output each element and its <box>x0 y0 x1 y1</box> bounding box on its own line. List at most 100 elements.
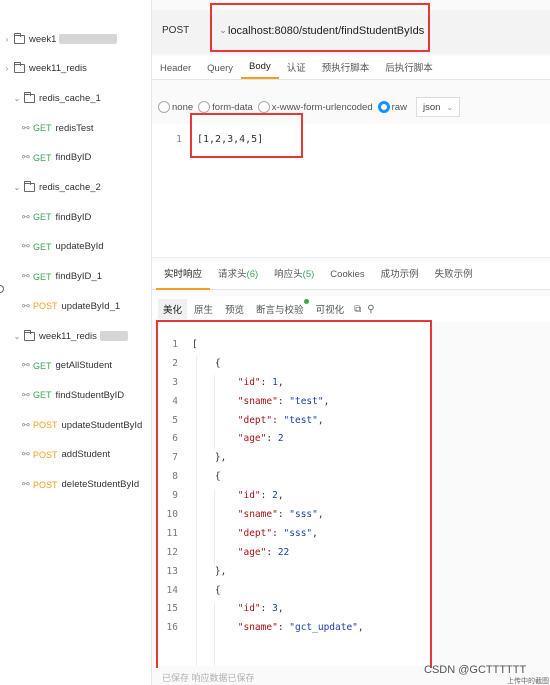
sidebar-request-item[interactable]: ⚯ GET findByID_1 <box>22 268 102 286</box>
tab-request-headers-count: (6) <box>246 268 259 280</box>
tab-query[interactable]: Query <box>199 63 241 79</box>
response-highlight-box <box>156 320 432 676</box>
sidebar-request-label: updateById <box>55 241 104 253</box>
radio-raw-label: raw <box>391 101 407 113</box>
sidebar-request-label: addStudent <box>61 449 111 461</box>
copy-icon[interactable]: ⧉ <box>354 304 361 315</box>
tool-raw[interactable]: 原生 <box>189 299 218 319</box>
radio-urlencoded[interactable]: x-www-form-urlencoded <box>257 101 373 113</box>
tab-post-script[interactable]: 后执行脚本 <box>377 60 441 79</box>
sidebar-request-label: findStudentByID <box>55 389 125 401</box>
sidebar-folder[interactable]: ⌄ week11_redis <box>12 327 128 345</box>
tab-cookies[interactable]: Cookies <box>322 262 372 290</box>
sidebar-request-label: updateStudentById <box>61 419 143 431</box>
sidebar-request-label: findByID <box>55 211 92 223</box>
sidebar-request-item[interactable]: ⚯ POST deleteStudentById <box>22 476 139 494</box>
link-icon: ⚯ <box>22 122 30 133</box>
link-icon: ⚯ <box>22 479 30 489</box>
tab-response-headers[interactable]: 响应头(5) <box>266 262 322 290</box>
tab-live-response-label: 实时响应 <box>164 268 203 280</box>
tab-success-example[interactable]: 成功示例 <box>373 262 427 290</box>
method-badge: GET <box>33 271 52 282</box>
radio-none[interactable]: none <box>158 101 193 113</box>
sidebar-folder[interactable]: ⌄ redis_cache_2 <box>12 179 101 197</box>
link-icon: ⚯ <box>22 152 30 163</box>
radio-raw[interactable]: raw <box>377 101 407 113</box>
tab-body[interactable]: Body <box>241 61 279 79</box>
tab-auth[interactable]: 认证 <box>279 60 314 79</box>
line-number: 1 <box>176 134 183 145</box>
chevron-down-icon: ⌄ <box>13 331 21 341</box>
chevron-down-icon: ⌄ <box>13 93 21 103</box>
link-icon: ⚯ <box>22 360 30 371</box>
tool-pretty[interactable]: 美化 <box>158 299 188 319</box>
radio-circle-icon <box>257 101 270 113</box>
tab-live-response[interactable]: 实时响应 <box>156 262 211 290</box>
radio-checked-icon <box>377 101 390 113</box>
tab-response-headers-label: 响应头 <box>274 268 303 280</box>
sidebar-folder[interactable]: ⌄ redis_cache_1 <box>12 89 101 107</box>
chevron-down-icon: ⌄ <box>13 183 21 192</box>
radio-form-data[interactable]: form-data <box>198 101 253 113</box>
method-select-value: POST <box>162 25 190 36</box>
method-badge: GET <box>33 212 52 223</box>
sidebar-folder-label: week1 <box>29 33 57 45</box>
sidebar-request-item[interactable]: ⚯ POST updateStudentById <box>22 416 142 434</box>
link-icon: ⚯ <box>22 241 30 252</box>
sidebar: › week1 › week11_redis ⌄ redis_cache_1 ⚯ GET red… <box>0 0 152 685</box>
sidebar-folder[interactable]: › week1 <box>2 30 118 48</box>
sidebar-request-label: updateById_1 <box>61 300 121 312</box>
collapse-handle-icon[interactable] <box>0 285 4 293</box>
link-icon: ⚯ <box>22 211 30 222</box>
sidebar-request-item[interactable]: ⚯ GET findByID <box>22 208 91 226</box>
sidebar-request-item[interactable]: ⚯ GET findStudentByID <box>22 386 124 404</box>
format-select[interactable]: json ⌄ <box>415 97 461 117</box>
radio-circle-icon <box>198 101 211 113</box>
sidebar-request-item[interactable]: ⚯ GET findByID <box>22 149 91 167</box>
request-tabs: Header Query Body 认证 预执行脚本 后执行脚本 <box>152 56 550 80</box>
save-status-text: 已保存 响应数据已保存 <box>162 673 255 683</box>
sidebar-folder-label: redis_cache_2 <box>39 182 101 193</box>
method-badge: POST <box>33 479 58 490</box>
folder-icon <box>14 32 25 44</box>
link-icon: ⚯ <box>22 271 30 282</box>
tool-assertions[interactable]: 断言与校验 <box>251 299 309 319</box>
sidebar-request-item[interactable]: ⚯ GET redisTest <box>22 119 94 137</box>
tab-failure-example[interactable]: 失败示例 <box>427 262 481 290</box>
tab-pre-script[interactable]: 预执行脚本 <box>314 60 378 79</box>
main-panel: POST ⌄ localhost:8080/student/findStudent… <box>152 0 550 685</box>
method-badge: GET <box>33 152 52 163</box>
method-badge: GET <box>33 123 52 134</box>
body-highlight-box <box>190 113 303 158</box>
method-badge: GET <box>33 360 52 371</box>
status-dot-icon <box>303 299 309 304</box>
radio-urlencoded-label: x-www-form-urlencoded <box>271 101 373 113</box>
sidebar-request-label: findByID <box>55 152 92 164</box>
tool-visualize[interactable]: 可视化 <box>311 299 350 319</box>
sidebar-request-label: redisTest <box>55 122 94 134</box>
chevron-right-icon: › <box>5 34 9 44</box>
radio-circle-icon <box>158 101 170 113</box>
tab-success-example-label: 成功示例 <box>380 268 419 280</box>
sidebar-folder-label: week11_redis <box>39 330 97 342</box>
sidebar-request-item[interactable]: ⚯ POST updateById_1 <box>22 297 120 315</box>
folder-icon <box>24 91 35 103</box>
response-toolbar: 美化 原生 预览 断言与校验 可视化 ⧉ ⚲ <box>152 296 550 322</box>
link-icon: ⚯ <box>22 419 30 430</box>
folder-icon <box>24 181 35 192</box>
radio-form-data-label: form-data <box>212 101 253 113</box>
tab-failure-example-label: 失败示例 <box>434 268 473 280</box>
tab-request-headers-label: 请求头 <box>218 268 247 280</box>
tab-request-headers[interactable]: 请求头(6) <box>210 262 266 290</box>
watermark: CSDN @GCTTTTTT <box>424 664 527 676</box>
tool-preview[interactable]: 预览 <box>220 299 249 319</box>
sidebar-request-item[interactable]: ⚯ GET getAllStudent <box>22 357 112 375</box>
sidebar-folder[interactable]: › week11_redis <box>2 60 87 78</box>
tab-header[interactable]: Header <box>152 63 199 79</box>
sidebar-request-item[interactable]: ⚯ POST addStudent <box>22 446 110 464</box>
search-icon[interactable]: ⚲ <box>367 304 374 315</box>
redacted-block <box>59 34 118 44</box>
sidebar-folder-label: week11_redis <box>29 63 87 75</box>
link-icon: ⚯ <box>22 300 30 311</box>
sidebar-request-item[interactable]: ⚯ GET updateById <box>22 238 104 256</box>
